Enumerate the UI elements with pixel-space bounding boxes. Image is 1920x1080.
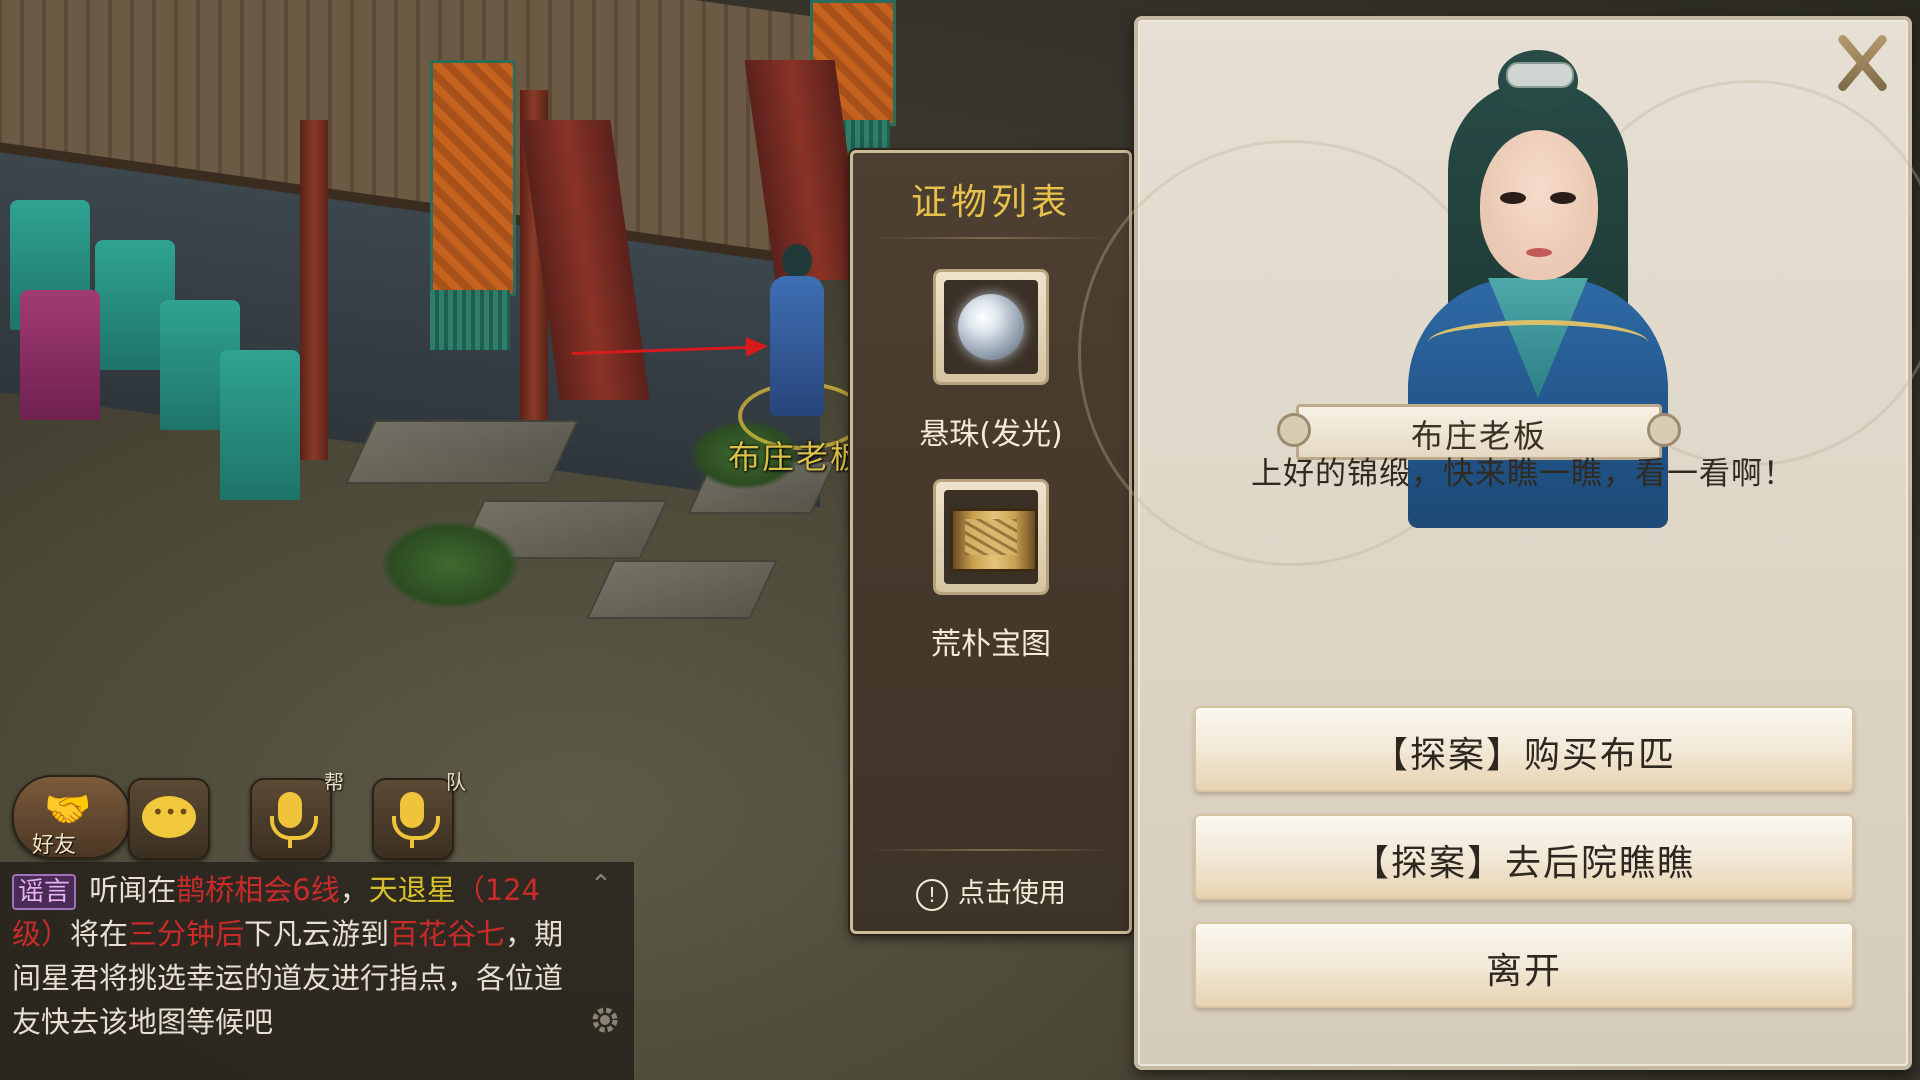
- option-visit-backyard-button[interactable]: 【探案】去后院瞧瞧: [1194, 814, 1854, 900]
- hanging-cloth: [20, 290, 100, 420]
- microphone-stem: [410, 838, 414, 848]
- divider: [869, 849, 1113, 851]
- npc-dialog-panel: 布庄老板 上好的锦缎，快来瞧一瞧，看一看啊！ 【探案】购买布匹 【探案】去后院瞧…: [1078, 16, 1920, 1070]
- chat-message: 谣言 听闻在鹊桥相会6线，天退星（124级）将在三分钟后下凡云游到百花谷七，期间…: [12, 868, 572, 1044]
- npc-body: [770, 276, 824, 416]
- chat-segment: 鹊桥相会6线: [176, 873, 340, 907]
- portrait-face: [1480, 130, 1598, 280]
- microphone-stand: [270, 816, 318, 840]
- gear-icon[interactable]: [588, 1003, 622, 1037]
- leave-button[interactable]: 离开: [1194, 922, 1854, 1008]
- slot-frame: [944, 490, 1038, 584]
- evidence-item-label: 荒朴宝图: [931, 627, 1051, 662]
- use-item-button[interactable]: ! 点击使用: [853, 871, 1129, 911]
- shop-banner: [430, 60, 516, 296]
- portrait-lips: [1526, 248, 1552, 257]
- portrait-trim: [1428, 320, 1648, 365]
- pillar: [300, 120, 328, 460]
- hanging-cloth: [220, 350, 300, 500]
- banner-fringe: [430, 290, 510, 350]
- close-icon[interactable]: [1830, 30, 1894, 94]
- evidence-panel: 证物列表 悬珠(发光) 荒朴宝图 ! 点击使用: [850, 150, 1132, 934]
- microphone-stem: [288, 838, 292, 848]
- chat-segment: ，: [339, 873, 369, 907]
- chat-button[interactable]: [128, 778, 210, 860]
- team-voice-button[interactable]: 队: [372, 770, 466, 860]
- team-voice-tag: 队: [446, 770, 466, 794]
- rumor-tag: 谣言: [12, 874, 77, 910]
- chevron-up-icon[interactable]: ⌃: [590, 870, 612, 900]
- option-label: 【探案】去后院瞧瞧: [1352, 843, 1695, 884]
- evidence-slot-pearl[interactable]: [933, 269, 1049, 385]
- npc-character[interactable]: [762, 232, 832, 422]
- exclamation-icon: !: [916, 878, 948, 911]
- microphone-stand: [392, 816, 440, 840]
- chat-box[interactable]: 谣言 听闻在鹊桥相会6线，天退星（124级）将在三分钟后下凡云游到百花谷七，期间…: [0, 862, 634, 1080]
- pearl-icon: [958, 294, 1024, 360]
- npc-dialog-text: 上好的锦缎，快来瞧一瞧，看一看啊！: [1251, 456, 1795, 492]
- guild-voice-tag: 帮: [324, 770, 344, 794]
- chat-segment: 将在: [70, 917, 129, 951]
- paving-stone: [345, 420, 579, 484]
- friends-label: 好友: [32, 833, 77, 858]
- option-label: 离开: [1485, 951, 1562, 992]
- npc-head: [782, 244, 812, 278]
- npc-name-label: 布庄老板: [728, 438, 865, 476]
- chat-segment: 下凡云游到: [244, 917, 390, 951]
- evidence-title: 证物列表: [910, 182, 1071, 223]
- option-buy-cloth-button[interactable]: 【探案】购买布匹: [1194, 706, 1854, 792]
- paving-stone: [586, 560, 778, 619]
- evidence-slot-map[interactable]: [933, 479, 1049, 595]
- grass-plant: [380, 520, 520, 610]
- portrait-eye: [1500, 192, 1526, 204]
- chat-segment: 百花谷七: [389, 917, 506, 951]
- treasure-map-icon: [950, 508, 1038, 572]
- option-label: 【探案】购买布匹: [1371, 735, 1676, 776]
- chat-segment: 听闻在: [89, 873, 177, 907]
- guild-voice-button[interactable]: 帮: [250, 770, 344, 860]
- use-item-label: 点击使用: [958, 878, 1066, 909]
- slot-frame: [944, 280, 1038, 374]
- chat-bubble-icon: [142, 796, 196, 838]
- handshake-icon: 🤝: [44, 787, 92, 831]
- chat-segment: 天退星: [368, 873, 456, 907]
- portrait-hairpin: [1506, 62, 1574, 88]
- chat-segment: 三分钟后: [128, 917, 245, 951]
- divider: [869, 237, 1113, 239]
- portrait-eye: [1550, 192, 1576, 204]
- friends-button[interactable]: 🤝 好友: [12, 775, 131, 859]
